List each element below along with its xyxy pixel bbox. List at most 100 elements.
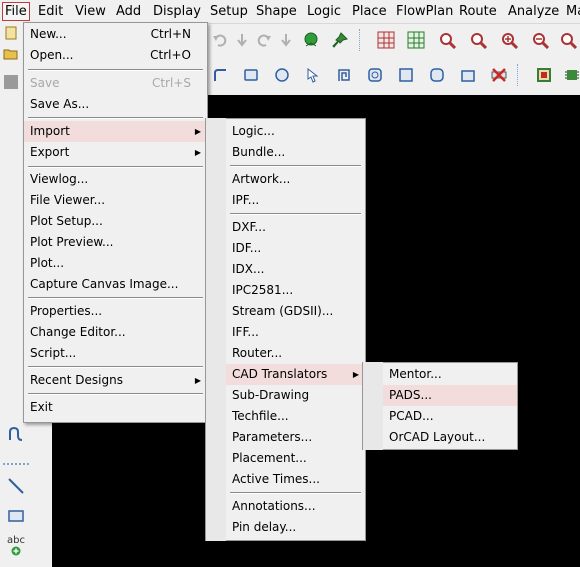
menu-item-import[interactable]: Import ▶: [24, 121, 207, 142]
menu-place[interactable]: Place: [352, 3, 387, 20]
corner-shape-icon[interactable]: [209, 64, 231, 86]
menu-separator: [28, 69, 203, 71]
menu-item-bundle[interactable]: Bundle...: [226, 142, 365, 163]
green-ball-icon[interactable]: [300, 29, 322, 51]
circle-icon[interactable]: [271, 64, 293, 86]
menu-shape[interactable]: Shape: [256, 3, 297, 20]
menu-item-export[interactable]: Export ▶: [24, 142, 207, 163]
rectangle-icon[interactable]: [240, 64, 262, 86]
menu-item-techfile[interactable]: Techfile...: [226, 406, 365, 427]
open-folder-icon: [3, 46, 19, 65]
menu-item-dxf[interactable]: DXF...: [226, 217, 365, 238]
menu-item-artwork[interactable]: Artwork...: [226, 169, 365, 190]
toolbar-separator: [517, 64, 518, 86]
menu-item-new[interactable]: New... Ctrl+N: [24, 24, 207, 45]
delete-shape-icon[interactable]: [488, 64, 510, 86]
menu-item-orcad-layout[interactable]: OrCAD Layout...: [383, 427, 517, 448]
menu-item-mentor[interactable]: Mentor...: [383, 364, 517, 385]
menu-add[interactable]: Add: [116, 3, 141, 20]
menu-item-capture-canvas[interactable]: Capture Canvas Image...: [24, 274, 207, 295]
menu-setup[interactable]: Setup: [210, 3, 248, 20]
add-text-icon[interactable]: abc: [5, 535, 27, 557]
new-file-icon: [3, 25, 19, 44]
route-icon[interactable]: [5, 423, 27, 445]
menu-item-recent-designs[interactable]: Recent Designs ▶: [24, 370, 207, 391]
menu-separator: [230, 213, 361, 215]
round-square-icon[interactable]: [426, 64, 448, 86]
submenu-arrow-icon: ▶: [194, 376, 201, 385]
menu-separator: [28, 166, 203, 168]
menu-logic[interactable]: Logic: [307, 3, 341, 20]
menu-item-ipc2581[interactable]: IPC2581...: [226, 280, 365, 301]
menu-item-router[interactable]: Router...: [226, 343, 365, 364]
grid-icon[interactable]: [375, 29, 397, 51]
rectangle-icon[interactable]: [5, 505, 27, 527]
save-icon: [3, 74, 19, 93]
menu-item-pcad[interactable]: PCAD...: [383, 406, 517, 427]
menu-item-idx[interactable]: IDX...: [226, 259, 365, 280]
menu-item-logic[interactable]: Logic...: [226, 121, 365, 142]
square-shape-icon[interactable]: [395, 64, 417, 86]
chip-icon[interactable]: [561, 64, 580, 86]
menu-item-iff[interactable]: IFF...: [226, 322, 365, 343]
zoom-previous-icon[interactable]: [557, 29, 579, 51]
menu-item-pads[interactable]: PADS...: [383, 385, 517, 406]
zoom-in-icon[interactable]: [498, 29, 520, 51]
zoom-out-icon[interactable]: [529, 29, 551, 51]
polygon-icon[interactable]: [457, 64, 479, 86]
menu-separator: [28, 297, 203, 299]
menu-item-stream[interactable]: Stream (GDSII)...: [226, 301, 365, 322]
component-icon[interactable]: [533, 64, 555, 86]
undo-icon[interactable]: [209, 29, 231, 51]
zoom-window-icon[interactable]: [467, 29, 489, 51]
menu-analyze[interactable]: Analyze: [508, 3, 559, 20]
import-submenu-gutter: [205, 118, 226, 541]
menu-item-active-times[interactable]: Active Times...: [226, 469, 365, 490]
menu-bar: File Edit View Add Display Setup Shape L…: [0, 0, 580, 24]
menu-item-placement[interactable]: Placement...: [226, 448, 365, 469]
grid-green-icon[interactable]: [405, 29, 427, 51]
submenu-arrow-icon: ▶: [194, 127, 201, 136]
menu-item-plot-preview[interactable]: Plot Preview...: [24, 232, 207, 253]
redo-icon[interactable]: [253, 29, 275, 51]
menu-display[interactable]: Display: [153, 3, 201, 20]
spiral-shape-icon[interactable]: [333, 64, 355, 86]
menu-item-script[interactable]: Script...: [24, 343, 207, 364]
pin-icon[interactable]: [329, 29, 351, 51]
menu-item-parameters[interactable]: Parameters...: [226, 427, 365, 448]
menu-separator: [28, 117, 203, 119]
menu-item-plot-setup[interactable]: Plot Setup...: [24, 211, 207, 232]
menu-flowplan[interactable]: FlowPlan: [396, 3, 453, 20]
menu-manufacture[interactable]: Ma: [566, 3, 580, 20]
menu-item-exit[interactable]: Exit: [24, 397, 207, 418]
menu-item-save-as[interactable]: Save As...: [24, 94, 207, 115]
menu-item-annotations[interactable]: Annotations...: [226, 496, 365, 517]
menu-item-properties[interactable]: Properties...: [24, 301, 207, 322]
arrow-down-icon[interactable]: [231, 29, 253, 51]
menu-item-save: Save Ctrl+S: [30, 76, 191, 90]
menu-item-ipf[interactable]: IPF...: [226, 190, 365, 211]
menu-item-cad-translators[interactable]: CAD Translators ▶: [226, 364, 365, 385]
menu-item-change-editor[interactable]: Change Editor...: [24, 322, 207, 343]
menu-item-file-viewer[interactable]: File Viewer...: [24, 190, 207, 211]
select-icon[interactable]: [302, 64, 324, 86]
arc-shape-icon[interactable]: [364, 64, 386, 86]
menu-separator: [28, 366, 203, 368]
menu-separator: [230, 492, 361, 494]
menu-item-viewlog[interactable]: Viewlog...: [24, 169, 207, 190]
menu-edit[interactable]: Edit: [38, 3, 63, 20]
menu-item-plot[interactable]: Plot...: [24, 253, 207, 274]
toolbar-separator: [359, 29, 360, 51]
menu-route[interactable]: Route: [459, 3, 497, 20]
menu-item-pin-delay[interactable]: Pin delay...: [226, 517, 365, 538]
arrow-down-icon[interactable]: [275, 29, 297, 51]
add-text-label: abc: [7, 535, 25, 546]
menu-item-idf[interactable]: IDF...: [226, 238, 365, 259]
import-submenu: Logic... Bundle... Artwork... IPF... DXF…: [225, 118, 366, 541]
menu-item-open[interactable]: Open... Ctrl+O: [24, 45, 207, 66]
menu-view[interactable]: View: [75, 3, 106, 20]
line-icon[interactable]: [5, 475, 27, 497]
menu-file[interactable]: File: [2, 2, 30, 21]
menu-item-sub-drawing[interactable]: Sub-Drawing: [226, 385, 365, 406]
zoom-fit-icon[interactable]: [436, 29, 458, 51]
